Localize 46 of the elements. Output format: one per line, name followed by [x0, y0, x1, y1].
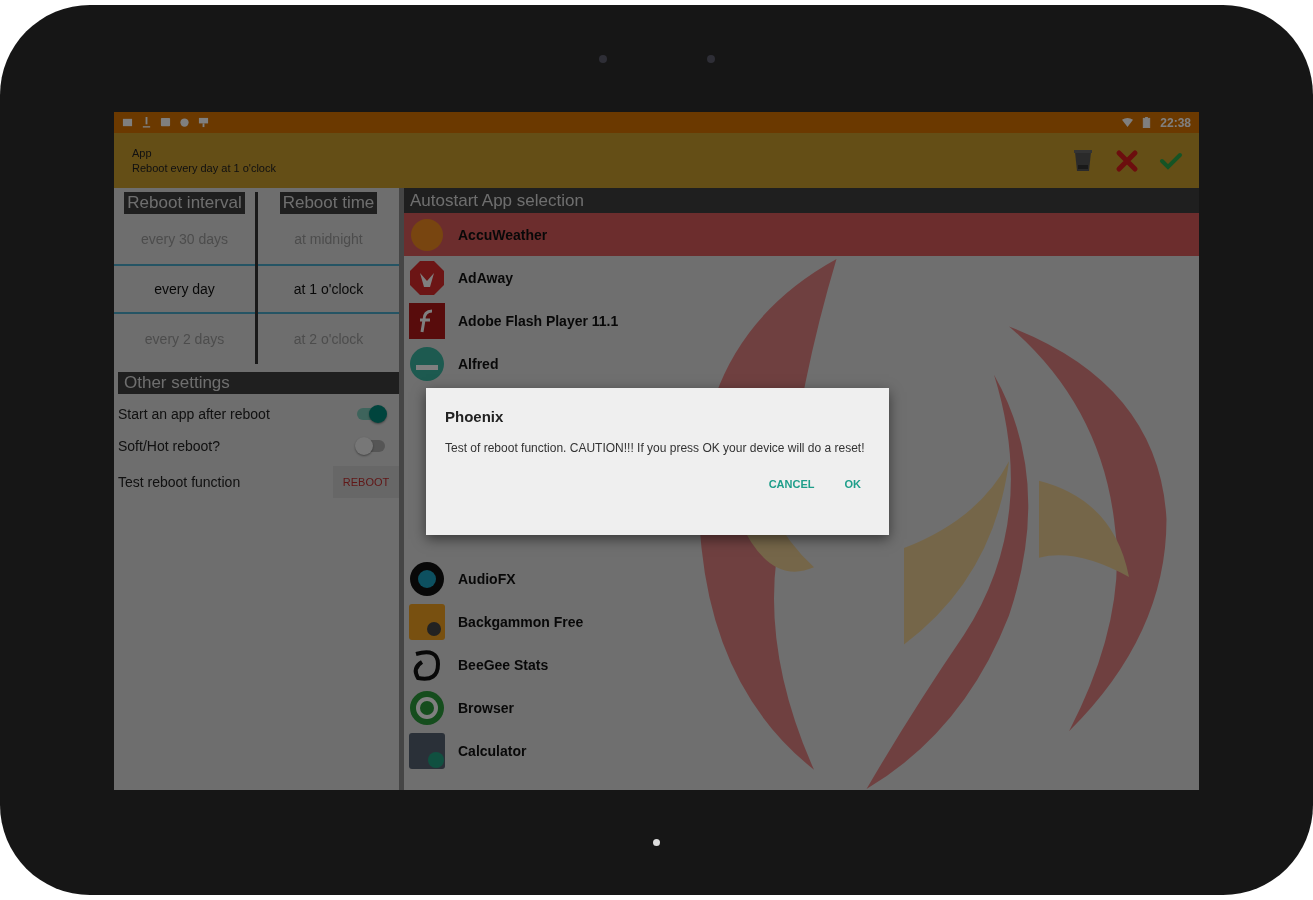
app-icon	[408, 602, 446, 641]
camera-dot	[598, 54, 607, 63]
app-icon	[408, 731, 446, 770]
app-title: App	[132, 147, 153, 159]
image-icon	[122, 117, 133, 128]
app-icon	[408, 559, 446, 598]
toggle-switch[interactable]	[357, 408, 385, 420]
home-dot[interactable]	[653, 839, 660, 846]
setting-label: Test reboot function	[118, 474, 241, 490]
app-subtitle: Reboot every day at 1 o'clock	[132, 162, 276, 174]
message-icon	[160, 117, 171, 128]
app-name[interactable]: Backgammon Free	[458, 613, 584, 630]
app-name[interactable]: Browser	[458, 699, 515, 716]
sensor-dot	[706, 54, 715, 63]
column-header: Reboot interval	[124, 192, 245, 214]
toggle-switch[interactable]	[357, 440, 385, 452]
app-icon	[408, 688, 446, 727]
app-icon	[408, 344, 446, 383]
app-icon	[408, 301, 446, 340]
setting-label: Soft/Hot reboot?	[118, 438, 220, 454]
pin-icon	[198, 117, 209, 128]
reboot-button[interactable]: REBOOT	[333, 466, 399, 498]
app-name[interactable]: Calculator	[458, 742, 527, 759]
app-icon	[408, 258, 446, 297]
app-name[interactable]: BeeGee Stats	[458, 656, 549, 673]
dialog-button[interactable]: CANCEL	[760, 472, 823, 496]
app-name[interactable]: AudioFX	[458, 570, 516, 587]
circle-icon	[179, 117, 190, 128]
column-header: Reboot time	[279, 192, 378, 214]
section-header: Autostart App selection	[404, 188, 1199, 213]
section-header: Other settings	[118, 372, 399, 394]
app-name[interactable]: AdAway	[458, 269, 513, 286]
app-name[interactable]: Adobe Flash Player 11.1	[458, 312, 619, 329]
dialog-button[interactable]: OK	[836, 472, 869, 496]
picker-option[interactable]: at 1 o'clock	[258, 264, 399, 314]
dialog-message: Test of reboot function. CAUTION!!! If you press OK your device will do a reset!	[445, 441, 866, 456]
battery-icon	[1141, 117, 1153, 128]
trash-icon[interactable]	[1071, 148, 1095, 173]
wifi-icon	[1122, 117, 1134, 128]
setting-label: Start an app after reboot	[118, 406, 270, 422]
clock-time: 22:38	[1160, 115, 1191, 130]
picker-option[interactable]: every day	[114, 264, 255, 314]
dialog-title: Phoenix	[445, 408, 505, 425]
app-name[interactable]: Alfred	[458, 355, 499, 372]
close-icon[interactable]	[1115, 148, 1139, 173]
download-icon	[141, 117, 152, 128]
